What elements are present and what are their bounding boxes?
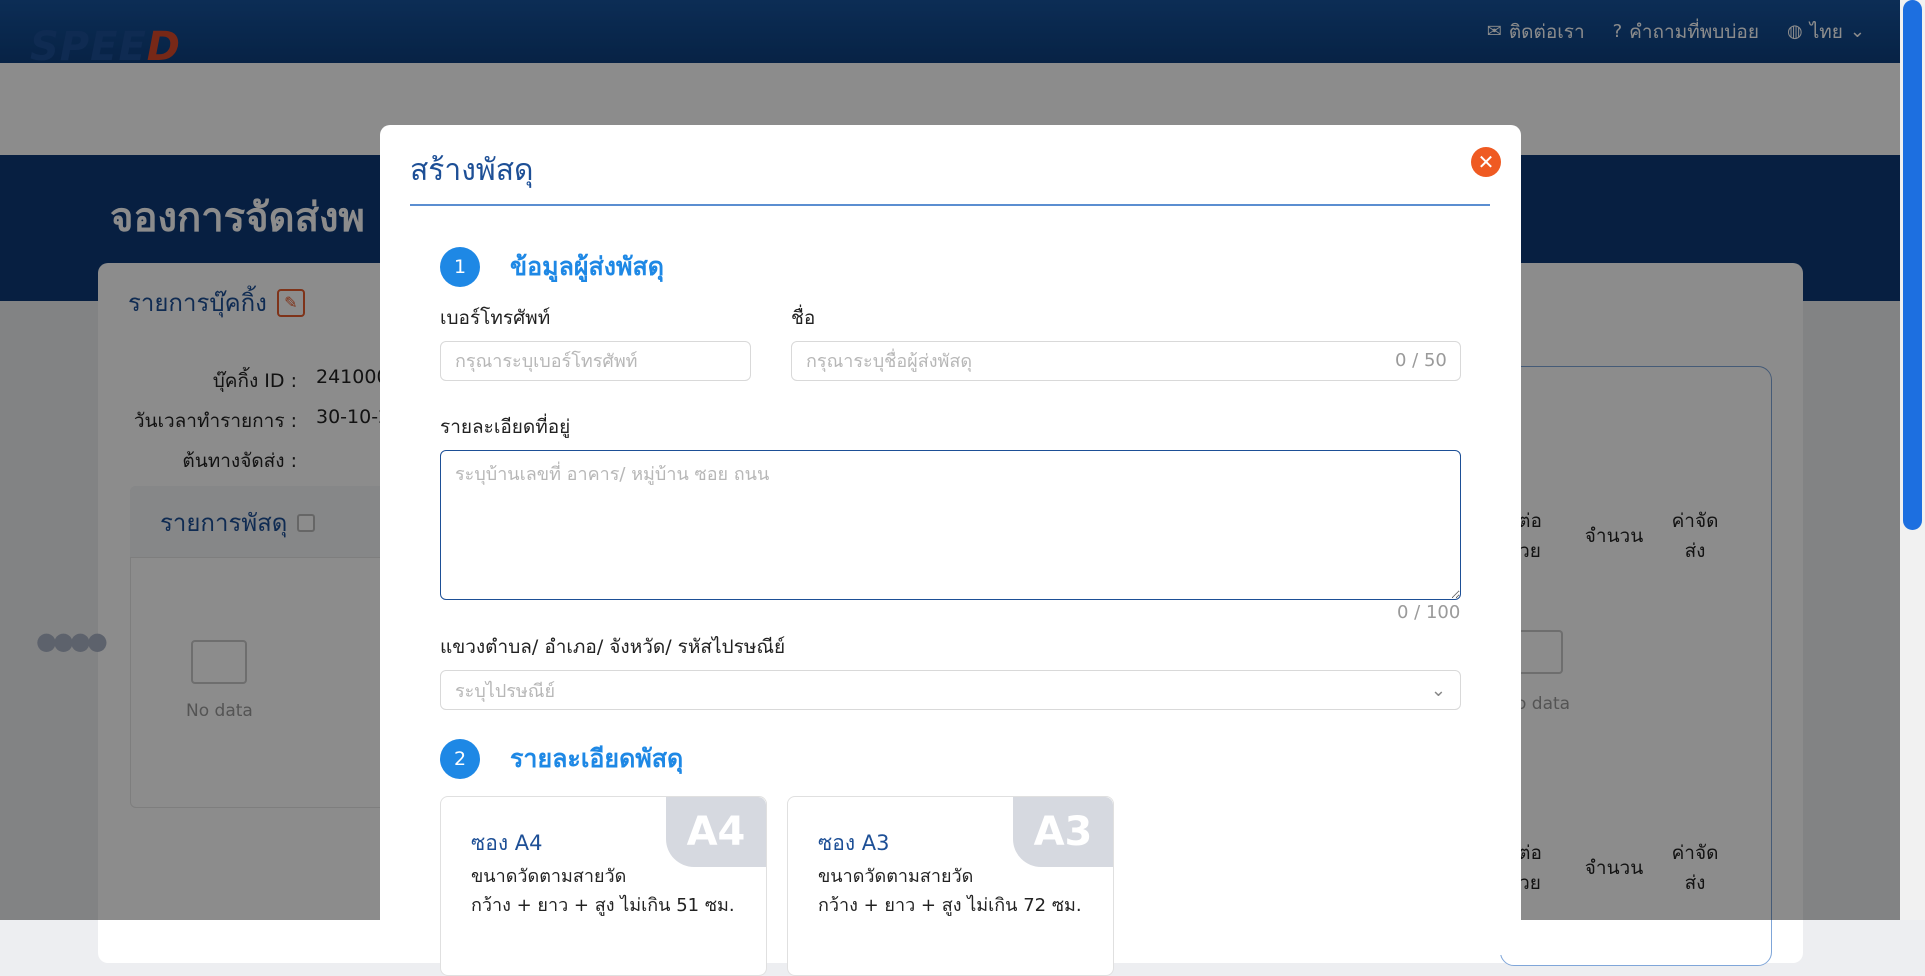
postal-select-placeholder: ระบุไปรษณีย์: [455, 680, 556, 702]
create-parcel-modal: สร้างพัสดุ ✕ 1 ข้อมูลผู้ส่งพัสดุ เบอร์โท…: [380, 125, 1521, 976]
address-textarea[interactable]: [440, 450, 1461, 600]
package-name: ซอง A4: [471, 831, 543, 855]
package-desc-2: กว้าง + ยาว + สูง ไม่เกิน 51 ซม.: [471, 895, 735, 916]
modal-title: สร้างพัสดุ: [410, 153, 534, 188]
postal-select[interactable]: ระบุไปรษณีย์ ⌄: [440, 670, 1461, 710]
package-name: ซอง A3: [818, 831, 890, 855]
parcel-section-title: รายละเอียดพัสดุ: [510, 744, 684, 773]
name-char-counter: 0 / 50: [1395, 350, 1447, 371]
page-scrollbar-thumb[interactable]: [1903, 0, 1922, 530]
name-label: ชื่อ: [791, 307, 816, 329]
phone-label: เบอร์โทรศัพท์: [440, 307, 551, 329]
sender-section-title: ข้อมูลผู้ส่งพัสดุ: [510, 252, 664, 281]
address-label: รายละเอียดที่อยู่: [440, 416, 571, 438]
package-badge: A4: [666, 797, 766, 867]
sender-name-input[interactable]: [791, 341, 1461, 381]
step-1-badge: 1: [440, 247, 480, 287]
package-option-a3[interactable]: A3 ซอง A3 ขนาดวัดตามสายวัด กว้าง + ยาว +…: [787, 796, 1114, 976]
phone-input[interactable]: [440, 341, 751, 381]
address-char-counter: 0 / 100: [1397, 602, 1461, 623]
title-divider: [410, 204, 1490, 206]
close-icon: ✕: [1477, 150, 1495, 174]
area-label: แขวงตำบล/ อำเภอ/ จังหวัด/ รหัสไปรษณีย์: [440, 636, 786, 658]
package-desc-2: กว้าง + ยาว + สูง ไม่เกิน 72 ซม.: [818, 895, 1082, 916]
package-option-a4[interactable]: A4 ซอง A4 ขนาดวัดตามสายวัด กว้าง + ยาว +…: [440, 796, 767, 976]
package-badge: A3: [1013, 797, 1113, 867]
step-2-badge: 2: [440, 739, 480, 779]
package-desc-1: ขนาดวัดตามสายวัด: [818, 866, 974, 887]
chevron-down-icon: ⌄: [1430, 679, 1446, 701]
package-desc-1: ขนาดวัดตามสายวัด: [471, 866, 627, 887]
close-button[interactable]: ✕: [1471, 147, 1501, 177]
